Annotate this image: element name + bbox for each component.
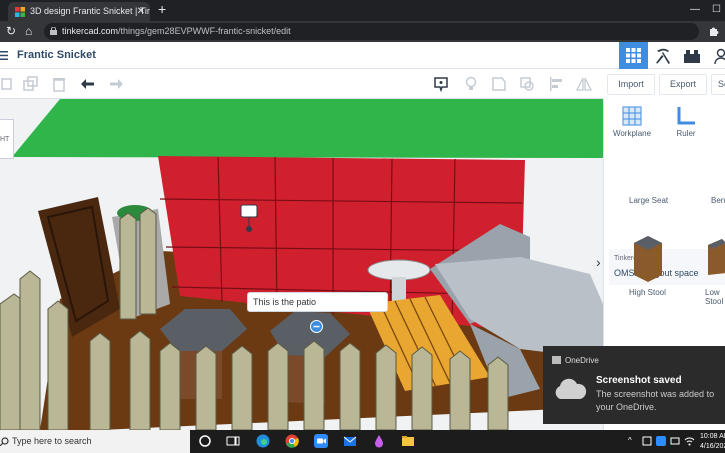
reload-button[interactable]: ↻ [6, 24, 16, 38]
copy-icon[interactable] [0, 76, 16, 92]
low-stool-shape[interactable] [704, 237, 725, 279]
url-host: tinkercad.com [62, 26, 119, 36]
minimize-button[interactable]: — [690, 0, 700, 20]
tray-app-icon[interactable] [642, 436, 652, 446]
search-icon [0, 437, 9, 446]
clock-date: 4/16/2021 [700, 443, 725, 450]
clock-time: 10:08 AM [700, 433, 725, 440]
grid-icon [626, 48, 641, 63]
import-button[interactable]: Import [607, 74, 655, 95]
url-input[interactable]: tinkercad.com/things/gem28EVPWWF-frantic… [44, 23, 699, 40]
edge-icon[interactable] [256, 434, 270, 448]
user-button[interactable] [706, 42, 725, 69]
shape-header-bench: Bench [711, 196, 725, 205]
wall-note-pin [240, 204, 258, 218]
duplicate-icon[interactable] [23, 76, 39, 92]
workplane-tool[interactable]: Workplane [607, 105, 657, 138]
url-path: /things/gem28EVPWWF-frantic-snicket/edit [118, 26, 291, 36]
chrome-icon[interactable] [285, 434, 299, 448]
note-collapse-icon[interactable] [310, 320, 323, 333]
zoom-icon[interactable] [314, 434, 328, 448]
3d-viewport[interactable]: HT › [0, 99, 603, 430]
patio-note[interactable]: This is the patio [247, 292, 388, 312]
menu-icon[interactable] [0, 51, 8, 60]
notification-body: The screenshot was added to your OneDriv… [596, 389, 715, 412]
onedrive-app-icon [552, 356, 561, 364]
pickaxe-icon [655, 48, 670, 64]
battery-icon[interactable] [670, 436, 680, 446]
shape-header-large-seat: Large Seat [629, 196, 669, 205]
taskbar-search[interactable]: Type here to search [0, 430, 190, 453]
trash-icon[interactable] [51, 76, 67, 92]
workplane-label: Workplane [612, 129, 652, 138]
note-tool-icon[interactable] [433, 76, 449, 92]
wifi-icon[interactable] [684, 436, 695, 446]
extensions-puzzle-icon[interactable] [708, 26, 719, 37]
tab-title: 3D design Frantic Snicket | Tinkercad [30, 6, 150, 16]
tray-chevron-icon[interactable]: ^ [628, 436, 632, 445]
import-export-bar: Import Export Send To [603, 70, 725, 99]
user-icon [713, 48, 725, 64]
browser-tab[interactable]: 3D design Frantic Snicket | Tinkercad ✕ [8, 2, 150, 21]
workplane-icon [622, 106, 642, 126]
ruler-tool[interactable]: Ruler [661, 105, 711, 138]
edit-toolbar [0, 70, 603, 99]
redo-icon[interactable] [108, 76, 124, 92]
cortana-icon[interactable] [198, 434, 212, 448]
shape-tool-icon[interactable] [491, 76, 507, 92]
shape-label-high-stool: High Stool [629, 288, 666, 297]
ruler-icon [677, 107, 695, 125]
view-cube[interactable]: HT [0, 119, 14, 159]
brick-icon [683, 49, 700, 63]
undo-icon[interactable] [80, 76, 96, 92]
align-icon[interactable] [548, 76, 564, 92]
mail-icon[interactable] [343, 434, 357, 448]
tinkercad-favicon-icon [15, 7, 25, 17]
send-to-button[interactable]: Send To [711, 74, 725, 95]
zoom-tray-icon[interactable] [656, 436, 666, 446]
build-view-button[interactable] [648, 42, 677, 69]
notification-app: OneDrive [565, 356, 599, 365]
light-bulb-icon[interactable] [463, 76, 479, 92]
app-droplet-icon[interactable] [372, 434, 386, 448]
taskbar-clock[interactable]: 10:08 AM 4/16/2021 [700, 432, 725, 452]
new-tab-button[interactable]: + [158, 1, 166, 17]
lock-icon [50, 27, 57, 35]
shape-label-low-stool: Low Stool [705, 288, 724, 306]
hole-tool-icon[interactable] [519, 76, 535, 92]
address-bar-row: ↻ ⌂ tinkercad.com/things/gem28EVPWWF-fra… [0, 21, 725, 42]
windows-taskbar: Type here to search ^ 10:08 AM 4/16/2021 [0, 430, 725, 453]
home-button[interactable]: ⌂ [25, 24, 32, 38]
design-scene[interactable] [0, 99, 603, 430]
task-view-icon[interactable] [226, 434, 240, 448]
onedrive-notification[interactable]: OneDrive Screenshot saved The screenshot… [543, 346, 725, 424]
app-header: Frantic Snicket [0, 42, 725, 69]
maximize-button[interactable]: ☐ [712, 0, 721, 20]
design-title[interactable]: Frantic Snicket [17, 49, 96, 61]
notification-title: Screenshot saved [596, 375, 682, 386]
mirror-icon[interactable] [576, 76, 592, 92]
cloud-icon [555, 378, 587, 399]
search-placeholder: Type here to search [12, 436, 92, 446]
file-explorer-icon[interactable] [401, 434, 415, 448]
export-button[interactable]: Export [659, 74, 707, 95]
brick-view-button[interactable] [677, 42, 706, 69]
shape-panel-next-arrow[interactable]: › [596, 254, 601, 270]
tab-close-icon[interactable]: ✕ [137, 2, 145, 21]
ruler-label: Ruler [676, 129, 696, 138]
grid-view-button[interactable] [619, 42, 648, 69]
browser-tab-bar: 3D design Frantic Snicket | Tinkercad ✕ … [0, 0, 725, 21]
grass-area [12, 99, 603, 158]
high-stool-shape[interactable] [630, 233, 666, 283]
